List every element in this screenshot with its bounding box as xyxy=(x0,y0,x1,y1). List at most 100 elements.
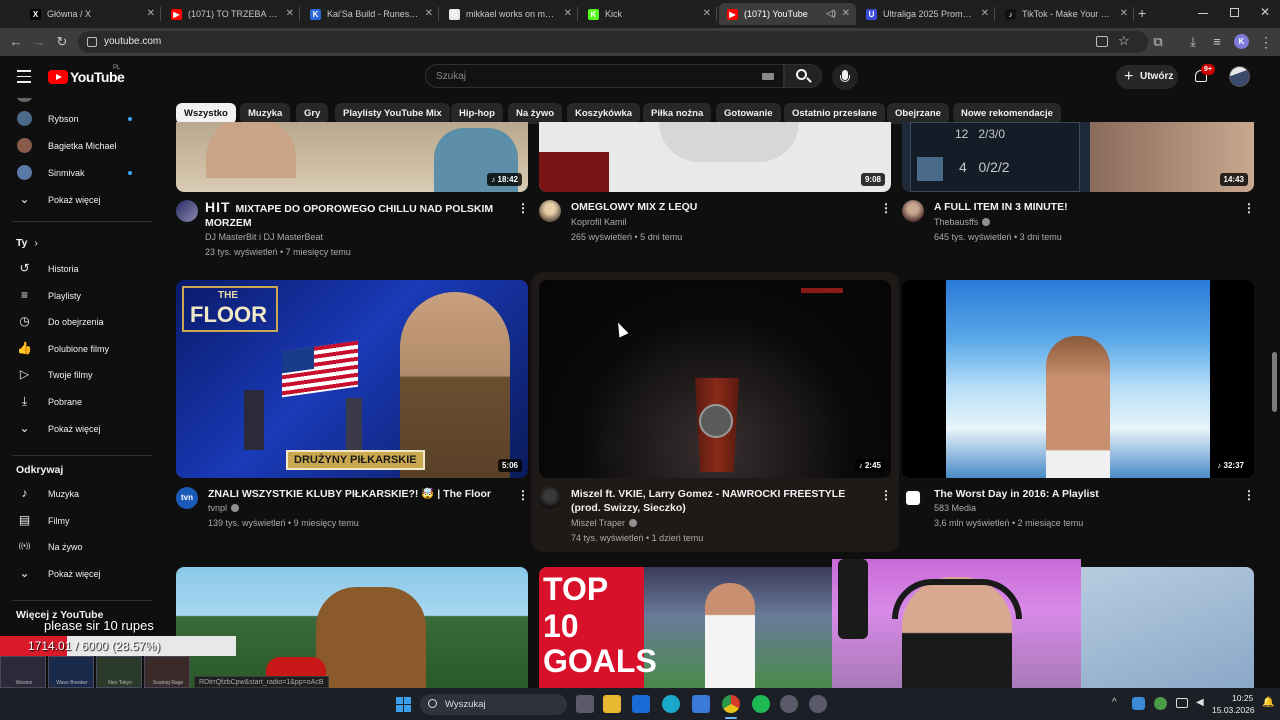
close-window-icon[interactable]: ✕ xyxy=(1260,5,1270,19)
video-thumbnail[interactable]: THE FLOOR DRUŻYNY PIŁKARSKIE 5:06 xyxy=(176,280,528,478)
start-button-icon[interactable] xyxy=(396,697,411,712)
browser-tab[interactable]: K Kai'Sa Build - Runes & Ite ✕ xyxy=(302,3,439,25)
channel-name[interactable]: 583 Media xyxy=(934,503,976,513)
channel-avatar[interactable] xyxy=(902,487,924,509)
close-tab-icon[interactable]: ✕ xyxy=(564,8,572,19)
channel-avatar[interactable] xyxy=(539,200,561,222)
filter-chip[interactable]: Muzyka xyxy=(240,103,291,124)
browser-tab[interactable]: ▶ (1071) TO TRZEBA MIEĆ... ✕ xyxy=(163,3,300,25)
browser-tab[interactable]: ♪ TikTok - Make Your Day ✕ xyxy=(997,3,1134,25)
app-icon[interactable] xyxy=(809,695,827,713)
browser-tab[interactable]: X Główna / X ✕ xyxy=(22,3,161,25)
app-icon[interactable] xyxy=(780,695,798,713)
channel-name[interactable]: Thebausffs xyxy=(934,217,991,227)
close-tab-icon[interactable]: ✕ xyxy=(286,8,294,19)
maximize-icon[interactable] xyxy=(1230,8,1239,17)
browser-tab[interactable]: ▶ (1071) YouTube ◁) ✕ xyxy=(719,3,856,25)
filter-chip[interactable]: Nowe rekomendacje xyxy=(953,103,1061,124)
browser-tab[interactable]: K Kick ✕ xyxy=(580,3,717,25)
more-actions-icon[interactable]: ⋮ xyxy=(1243,201,1255,215)
clock-time[interactable]: 10:25 xyxy=(1232,693,1253,703)
store-icon[interactable] xyxy=(692,695,710,713)
address-bar[interactable]: youtube.com ☆ xyxy=(78,31,1148,53)
filter-chip[interactable]: Playlisty YouTube Mix xyxy=(335,103,450,124)
close-tab-icon[interactable]: ✕ xyxy=(842,8,850,19)
video-title[interactable]: OMEGLOWY MIX Z LEQU xyxy=(571,200,871,214)
sidebar-item-downloads[interactable]: ⤓ Pobrane xyxy=(0,389,160,415)
close-tab-icon[interactable]: ✕ xyxy=(703,8,711,19)
close-tab-icon[interactable]: ✕ xyxy=(1120,8,1128,19)
voice-search-button[interactable] xyxy=(832,64,858,90)
forward-icon[interactable]: → xyxy=(31,34,47,50)
sidebar-item-chevron-down[interactable]: ⌄ Pokaż więcej xyxy=(0,416,160,442)
download-icon[interactable]: ⤓ xyxy=(1185,34,1201,50)
task-view-icon[interactable] xyxy=(576,695,594,713)
filter-chip[interactable]: Ostatnio przesłane xyxy=(784,103,885,124)
video-thumbnail[interactable]: ♪ 32:37 xyxy=(902,280,1254,478)
filter-chip[interactable]: Gotowanie xyxy=(716,103,781,124)
sidebar-item-watch-later[interactable]: ◷ Do obejrzenia xyxy=(0,309,160,335)
subscription-item[interactable]: Bagietka Michael xyxy=(0,133,160,159)
site-info-icon[interactable] xyxy=(87,37,97,47)
reading-list-icon[interactable]: ≡ xyxy=(1209,34,1225,50)
tray-app-icon[interactable] xyxy=(1154,697,1167,710)
filter-chip[interactable]: Obejrzane xyxy=(887,103,949,124)
video-thumbnail[interactable]: ♪ 2:45 xyxy=(539,280,891,478)
close-tab-icon[interactable]: ✕ xyxy=(981,8,989,19)
audio-playing-icon[interactable]: ◁) xyxy=(826,8,836,19)
video-title[interactable]: HIT MIXTAPE DO OPOROWEGO CHILLU NAD POLS… xyxy=(205,200,515,230)
guide-menu-icon[interactable] xyxy=(17,70,31,83)
more-actions-icon[interactable]: ⋮ xyxy=(880,488,892,502)
video-title[interactable]: A FULL ITEM IN 3 MINUTE! xyxy=(934,200,1234,214)
outlook-icon[interactable] xyxy=(632,695,650,713)
video-title[interactable]: ZNALI WSZYSTKIE KLUBY PIŁKARSKIE?! 🤯 | T… xyxy=(208,487,508,501)
sidebar-item-history[interactable]: ↺ Historia xyxy=(0,256,160,282)
volume-icon[interactable]: ◀ xyxy=(1196,697,1208,709)
network-icon[interactable] xyxy=(1176,698,1188,708)
account-avatar[interactable] xyxy=(1229,66,1250,87)
filter-chip[interactable]: Gry xyxy=(296,103,329,124)
browser-tab[interactable]: U Ultraliga 2025 Promotion ✕ xyxy=(858,3,995,25)
tray-app-icon[interactable] xyxy=(1132,697,1145,710)
install-app-icon[interactable] xyxy=(1096,36,1108,47)
reload-icon[interactable]: ↻ xyxy=(54,34,70,50)
sidebar-item-your-videos[interactable]: ▷ Twoje filmy xyxy=(0,362,160,388)
notifications-button[interactable]: 9+ xyxy=(1192,64,1215,86)
channel-name[interactable]: Miszel Traper xyxy=(571,518,638,528)
subscription-item[interactable]: Sinmivak xyxy=(0,160,160,186)
browser-tab[interactable]: Gmikkael works on malzah ✕ xyxy=(441,3,578,25)
file-explorer-icon[interactable] xyxy=(603,695,621,713)
notification-center-icon[interactable]: 🔔 xyxy=(1262,697,1274,709)
sidebar-item-liked-videos[interactable]: 👍 Polubione filmy xyxy=(0,336,160,362)
more-actions-icon[interactable]: ⋮ xyxy=(517,201,529,215)
minimize-icon[interactable] xyxy=(1198,13,1208,14)
page-scrollbar[interactable] xyxy=(1272,352,1277,412)
filter-chip[interactable]: Piłka nożna xyxy=(643,103,712,124)
filter-chip[interactable]: Wszystko xyxy=(176,103,236,124)
sidebar-item-films[interactable]: ▤ Filmy xyxy=(0,508,160,534)
filter-chip[interactable]: Na żywo xyxy=(508,103,563,124)
bookmark-star-icon[interactable]: ☆ xyxy=(1118,33,1130,49)
extensions-icon[interactable]: ⧉ xyxy=(1150,34,1166,50)
sidebar-item-chevron-down[interactable]: ⌄ Pokaż więcej xyxy=(0,561,160,587)
more-actions-icon[interactable]: ⋮ xyxy=(517,488,529,502)
more-actions-icon[interactable]: ⋮ xyxy=(1243,488,1255,502)
browser-menu-icon[interactable]: ⋮ xyxy=(1258,34,1274,50)
channel-avatar[interactable]: tvn xyxy=(176,487,198,509)
chrome-icon[interactable] xyxy=(722,695,740,713)
tray-chevron-icon[interactable]: ^ xyxy=(1112,697,1117,708)
more-actions-icon[interactable]: ⋮ xyxy=(880,201,892,215)
back-icon[interactable]: ← xyxy=(8,34,24,50)
channel-name[interactable]: Koprofil Kamil xyxy=(571,217,627,227)
sidebar-item-live[interactable]: ((•)) Na żywo xyxy=(0,534,160,560)
profile-avatar[interactable]: K xyxy=(1234,34,1249,49)
search-input[interactable]: Szukaj xyxy=(425,64,784,88)
channel-avatar[interactable] xyxy=(176,200,198,222)
channel-name[interactable]: tvnpl xyxy=(208,503,240,513)
video-thumbnail[interactable]: ♪ 18:42 xyxy=(176,122,528,192)
video-thumbnail[interactable]: 12 2/3/0 4 0/2/2 14:43 xyxy=(902,122,1254,192)
taskbar-search-box[interactable]: Wyszukaj xyxy=(420,694,567,715)
edge-icon[interactable] xyxy=(662,695,680,713)
new-tab-button[interactable]: + xyxy=(1138,5,1146,21)
video-title[interactable]: The Worst Day in 2016: A Playlist xyxy=(934,487,1234,501)
